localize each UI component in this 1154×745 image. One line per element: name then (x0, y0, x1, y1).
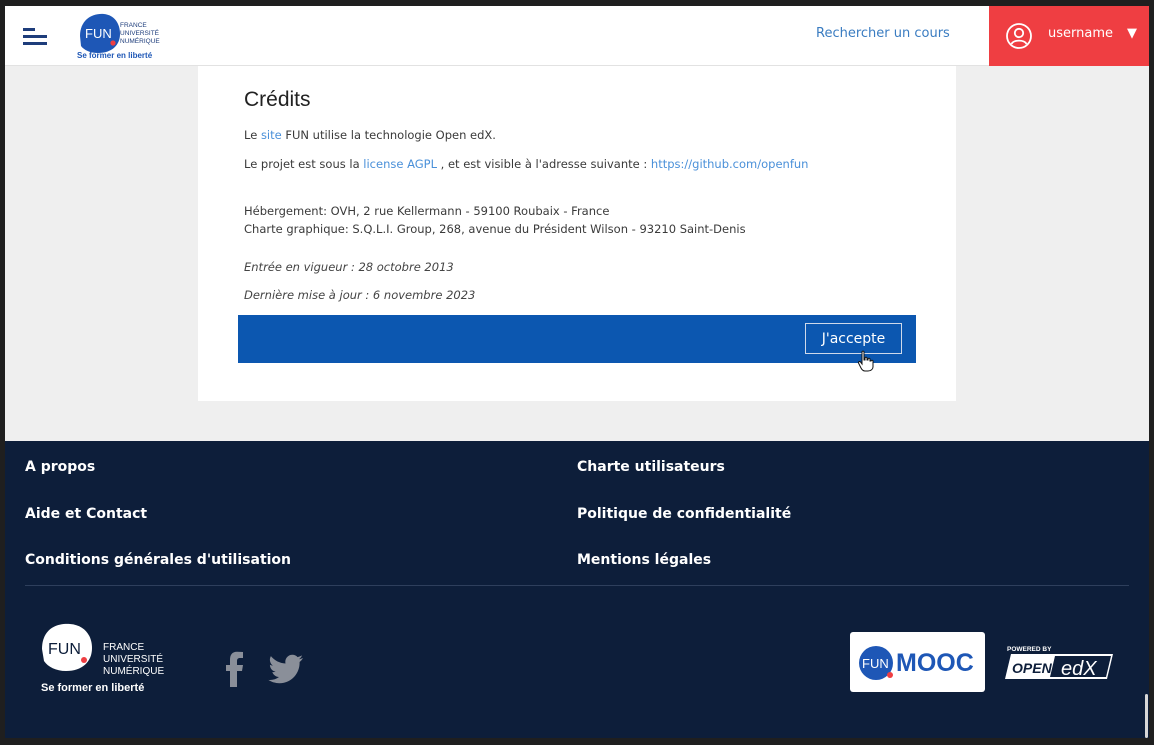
svg-text:POWERED BY: POWERED BY (1007, 646, 1052, 653)
hamburger-icon (23, 28, 35, 31)
effective-date: Entrée en vigueur : 28 octobre 2013 (244, 260, 454, 274)
svg-text:UNIVERSITÉ: UNIVERSITÉ (120, 28, 160, 37)
svg-text:Se former en liberté: Se former en liberté (41, 682, 144, 693)
footer-divider (25, 585, 1129, 586)
footer-fun-logo[interactable]: FUN FRANCE UNIVERSITÉ NUMÉRIQUE Se forme… (40, 621, 165, 693)
site-link[interactable]: site (261, 128, 282, 142)
svg-text:FRANCE: FRANCE (120, 22, 147, 29)
username-label: username (1048, 26, 1113, 41)
twitter-icon[interactable] (267, 651, 307, 687)
design-charter-text: Charte graphique: S.Q.L.I. Group, 268, a… (244, 222, 746, 236)
search-courses-link[interactable]: Rechercher un cours (816, 26, 950, 41)
license-agpl-link[interactable]: license AGPL (363, 157, 437, 171)
accept-button[interactable]: J'accepte (805, 323, 902, 354)
fun-logo[interactable]: FUN FRANCE UNIVERSITÉ NUMÉRIQUE Se forme… (76, 10, 166, 60)
footer-link-terms[interactable]: Conditions générales d'utilisation (25, 552, 291, 568)
footer-link-charter[interactable]: Charte utilisateurs (577, 459, 725, 475)
site-footer: A propos Charte utilisateurs Aide et Con… (5, 441, 1149, 738)
user-circle-icon (1006, 23, 1032, 49)
svg-text:edX: edX (1061, 658, 1097, 680)
scrollbar[interactable] (1145, 694, 1148, 738)
accept-bar: J'accepte (238, 315, 916, 363)
footer-link-privacy[interactable]: Politique de confidentialité (577, 506, 791, 522)
last-updated-date: Dernière mise à jour : 6 novembre 2023 (244, 288, 476, 302)
hand-pointer-icon (857, 350, 874, 372)
credits-line-tech: Le site FUN utilise la technologie Open … (244, 128, 496, 142)
footer-link-about[interactable]: A propos (25, 459, 95, 475)
svg-text:NUMÉRIQUE: NUMÉRIQUE (120, 36, 160, 45)
credits-title: Crédits (244, 88, 311, 111)
user-menu-button[interactable]: username ▼ (989, 6, 1149, 66)
site-header: FUN FRANCE UNIVERSITÉ NUMÉRIQUE Se forme… (5, 6, 1149, 66)
svg-text:Se former en liberté: Se former en liberté (77, 51, 153, 60)
svg-text:UNIVERSITÉ: UNIVERSITÉ (103, 652, 163, 665)
browser-viewport: FUN FRANCE UNIVERSITÉ NUMÉRIQUE Se forme… (5, 6, 1149, 738)
github-link[interactable]: https://github.com/openfun (651, 157, 809, 171)
credits-card: Crédits Le site FUN utilise la technolog… (198, 66, 956, 401)
hosting-text: Hébergement: OVH, 2 rue Kellermann - 591… (244, 204, 610, 218)
svg-text:FUN: FUN (48, 641, 81, 658)
fun-mooc-logo[interactable]: FUN MOOC (850, 632, 985, 692)
facebook-icon[interactable] (215, 651, 255, 687)
svg-text:FUN: FUN (862, 656, 889, 671)
credits-line-license: Le projet est sous la license AGPL , et … (244, 157, 809, 171)
menu-toggle-button[interactable] (23, 28, 47, 45)
footer-link-help[interactable]: Aide et Contact (25, 506, 147, 522)
svg-text:NUMÉRIQUE: NUMÉRIQUE (103, 664, 164, 677)
chevron-down-icon: ▼ (1127, 26, 1137, 41)
svg-text:OPEN: OPEN (1012, 660, 1053, 676)
svg-text:FRANCE: FRANCE (103, 642, 144, 653)
svg-text:FUN: FUN (85, 26, 112, 41)
svg-text:MOOC: MOOC (896, 649, 974, 677)
footer-link-legal[interactable]: Mentions légales (577, 552, 711, 568)
powered-by-openedx-logo[interactable]: POWERED BY OPEN edX (1005, 643, 1115, 683)
